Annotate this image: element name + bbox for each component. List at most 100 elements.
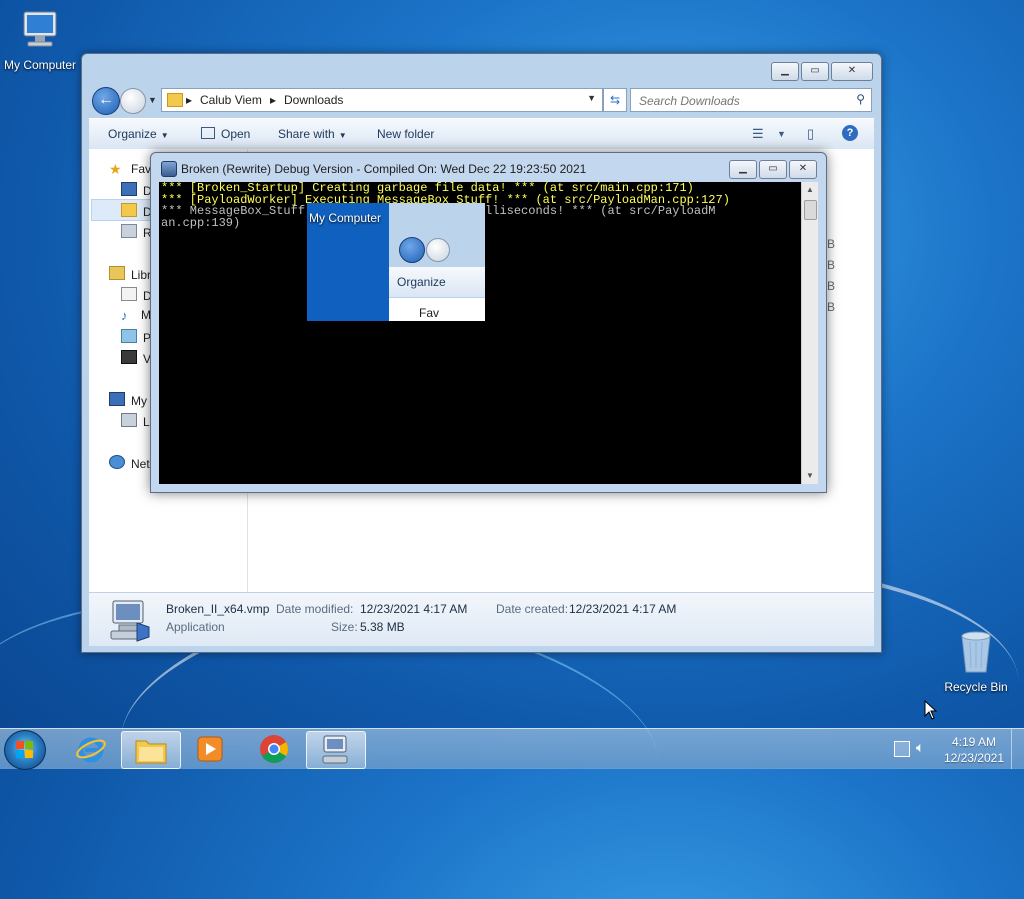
- documents-icon: [121, 287, 137, 301]
- recycle-bin-icon: [961, 631, 991, 673]
- clock-date: 12/23/2021: [943, 751, 1004, 765]
- glitch-artifact: My Computer Organize Fav: [307, 203, 485, 321]
- share-with-label: Share with: [278, 127, 335, 141]
- address-bar[interactable]: ▸ Calub Viem ▸ Downloads ▼: [161, 88, 603, 112]
- console-scrollbar[interactable]: ▲ ▼: [801, 182, 818, 484]
- scroll-up-icon[interactable]: ▲: [802, 182, 818, 198]
- open-label: Open: [221, 127, 251, 141]
- details-filename: Broken_II_x64.vmp: [166, 602, 270, 616]
- details-date-modified: 12/23/2021 4:17 AM: [360, 602, 468, 616]
- system-tray: 🔈︎ 4:19 AM 12/23/2021: [884, 729, 1024, 769]
- breadcrumb-separator-icon[interactable]: ▸: [186, 93, 192, 107]
- nav-videos[interactable]: Vi: [121, 350, 153, 366]
- nav-music[interactable]: ♪ M: [121, 308, 151, 323]
- recent-pages-dropdown[interactable]: ▼: [148, 95, 157, 105]
- back-button[interactable]: ←: [92, 87, 120, 115]
- details-type: Application: [166, 620, 225, 634]
- nav-network[interactable]: Net: [109, 455, 150, 471]
- breadcrumb-separator-icon[interactable]: ▸: [270, 93, 276, 107]
- view-options-dropdown-icon[interactable]: ▼: [777, 129, 786, 139]
- glitch-desktop-label: My Computer: [309, 211, 382, 225]
- taskbar-media-player[interactable]: [181, 731, 239, 767]
- maximize-button[interactable]: ▭: [759, 160, 787, 179]
- search-icon[interactable]: ⚲: [856, 92, 865, 106]
- command-bar: Organize ▼ Open Share with ▼ New folder ☰ …: [89, 118, 874, 150]
- desktop-icon-my-computer[interactable]: My Computer: [0, 8, 80, 72]
- search-input[interactable]: [637, 91, 851, 111]
- preview-pane-icon[interactable]: ▯: [807, 126, 814, 142]
- nav-my-computer-label: My: [131, 394, 147, 408]
- details-date-modified-label: Date modified:: [276, 602, 354, 616]
- start-button[interactable]: [4, 730, 46, 770]
- scroll-down-icon[interactable]: ▼: [802, 468, 818, 484]
- console-title: Broken (Rewrite) Debug Version - Compile…: [181, 162, 587, 176]
- taskbar-broken-app[interactable]: [306, 731, 366, 769]
- search-box[interactable]: ⚲: [630, 88, 872, 112]
- hard-drive-icon: [121, 413, 137, 427]
- change-view-icon[interactable]: ☰: [752, 126, 764, 142]
- media-player-icon: [197, 736, 223, 762]
- details-pane: Broken_II_x64.vmp Application Date modif…: [89, 592, 874, 646]
- folder-icon: [167, 93, 183, 107]
- nav-favorites[interactable]: ★ Fav: [109, 161, 152, 177]
- navigation-bar: ← ▼ ▸ Calub Viem ▸ Downloads ▼ ⇆ ⚲: [89, 87, 874, 117]
- nav-favorites-label: Fav: [131, 162, 152, 176]
- libraries-icon: [109, 266, 125, 280]
- file-size-fragment: B: [827, 237, 836, 251]
- address-dropdown-icon[interactable]: ▼: [587, 93, 596, 103]
- music-icon: ♪: [121, 308, 128, 323]
- volume-icon[interactable]: 🔈︎: [916, 739, 924, 756]
- clock[interactable]: 4:19 AM 12/23/2021: [944, 734, 1004, 766]
- breadcrumb-calub-viem[interactable]: Calub Viem: [200, 93, 262, 107]
- refresh-button[interactable]: ⇆: [603, 88, 627, 112]
- show-desktop-button[interactable]: [1011, 729, 1024, 769]
- open-button[interactable]: Open: [201, 127, 250, 141]
- internet-explorer-icon: [76, 737, 106, 763]
- maximize-button[interactable]: ▭: [801, 62, 829, 81]
- taskbar: 🔈︎ 4:19 AM 12/23/2021: [0, 728, 1024, 770]
- application-icon: [110, 600, 150, 642]
- forward-button[interactable]: [120, 88, 146, 114]
- taskbar-internet-explorer[interactable]: [62, 731, 120, 767]
- application-icon: [322, 735, 348, 764]
- taskbar-windows-explorer[interactable]: [121, 731, 181, 769]
- windows-logo-icon: [16, 741, 34, 759]
- organize-label: Organize: [108, 127, 157, 141]
- nav-my-computer[interactable]: My: [109, 392, 147, 408]
- videos-icon: [121, 350, 137, 364]
- network-tray-icon[interactable]: [894, 741, 910, 757]
- breadcrumb-downloads[interactable]: Downloads: [284, 93, 343, 107]
- chevron-down-icon: ▼: [160, 131, 169, 140]
- network-icon: [109, 455, 125, 469]
- mouse-cursor-icon: [924, 700, 938, 720]
- minimize-button[interactable]: ▁: [729, 160, 757, 179]
- nav-libraries[interactable]: Libr: [109, 266, 151, 282]
- close-button[interactable]: ✕: [789, 160, 817, 179]
- desktop-icon-label: My Computer: [3, 58, 77, 72]
- nav-libraries-label: Libr: [131, 268, 152, 282]
- glitch-explorer-fragment: Organize Fav: [389, 203, 485, 321]
- help-icon[interactable]: ?: [842, 125, 858, 141]
- glitch-organize-label: Organize: [397, 275, 446, 289]
- computer-icon: [109, 392, 125, 406]
- console-app-icon: [161, 161, 177, 177]
- file-size-fragment: B: [827, 258, 836, 272]
- taskbar-chrome[interactable]: [245, 731, 303, 767]
- glitch-content: Fav: [389, 298, 485, 321]
- file-size-fragment: B: [827, 300, 836, 314]
- console-window[interactable]: Broken (Rewrite) Debug Version - Compile…: [150, 152, 827, 493]
- desktop-icon-recycle-bin[interactable]: Recycle Bin: [938, 628, 1014, 694]
- organize-button[interactable]: Organize ▼: [108, 127, 169, 141]
- nav-pictures[interactable]: Pi: [121, 329, 154, 345]
- star-icon: ★: [109, 161, 122, 177]
- close-button[interactable]: ✕: [831, 62, 873, 81]
- glitch-back-icon: [399, 237, 425, 263]
- details-size-label: Size:: [331, 620, 358, 634]
- desktop-icon-label: Recycle Bin: [944, 680, 1008, 694]
- new-folder-button[interactable]: New folder: [377, 127, 434, 141]
- scroll-thumb[interactable]: [804, 200, 817, 220]
- minimize-button[interactable]: ▁: [771, 62, 799, 81]
- chrome-icon: [260, 735, 288, 763]
- details-date-created-label: Date created:: [496, 602, 569, 616]
- share-with-button[interactable]: Share with ▼: [278, 127, 347, 141]
